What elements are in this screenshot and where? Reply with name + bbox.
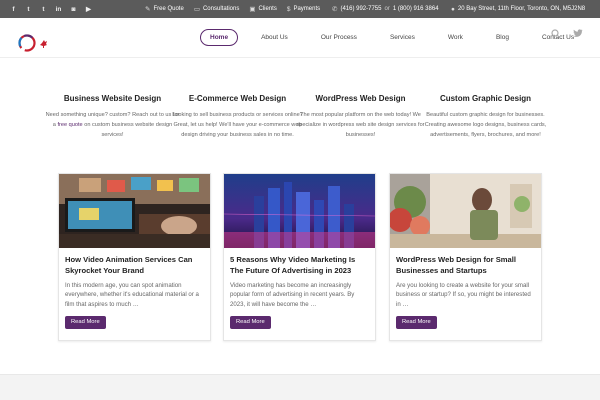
free-quote-inline-link[interactable]: free quote [57, 122, 82, 128]
post-excerpt: Video marketing has become an increasing… [230, 282, 355, 308]
blog-card[interactable]: WordPress Web Design for Small Businesse… [389, 173, 542, 341]
service-ecommerce: E-Commerce Web Design Looking to sell bu… [170, 94, 305, 140]
footer-strip [0, 374, 600, 400]
twitter-icon[interactable]: t [25, 6, 32, 13]
instagram-icon[interactable]: ◙ [70, 6, 77, 13]
consultations-link[interactable]: ▭ Consultations [194, 5, 240, 13]
service-text: Beautiful custom graphic design for busi… [424, 112, 547, 138]
phone-icon: ✆ [332, 6, 338, 13]
post-title[interactable]: WordPress Web Design for Small Businesse… [396, 254, 535, 276]
payments-link[interactable]: $ Payments [287, 6, 320, 13]
read-more-button[interactable]: Read More [396, 316, 437, 329]
service-text-post: on custom business website design servic… [82, 122, 173, 138]
service-text: Looking to sell business products or ser… [172, 112, 303, 138]
address-info: ● 20 Bay Street, 11th Floor, Toronto, ON… [451, 0, 585, 18]
service-graphic-design: Custom Graphic Design Beautiful custom g… [418, 94, 553, 140]
linkedin-icon[interactable]: in [55, 6, 62, 13]
clients-label: Clients [258, 6, 277, 12]
phone-number-2[interactable]: 1 (800) 916 3864 [393, 6, 439, 12]
nav-services[interactable]: Services [380, 29, 425, 46]
blog-card[interactable]: How Video Animation Services Can Skyrock… [58, 173, 211, 341]
service-title: WordPress Web Design [315, 94, 406, 103]
address: 20 Bay Street, 11th Floor, Toronto, ON, … [457, 6, 586, 12]
free-quote-link[interactable]: ✎ Free Quote [145, 5, 184, 13]
nav-our-process[interactable]: Our Process [311, 29, 367, 46]
dollar-icon: $ [286, 5, 291, 13]
nav-home[interactable]: Home [200, 28, 239, 46]
chat-icon: ▭ [193, 6, 200, 13]
service-business-website: Business Website Design Need something u… [45, 94, 180, 140]
service-title: Business Website Design [63, 94, 162, 103]
free-quote-label: Free Quote [153, 6, 184, 12]
consultations-label: Consultations [202, 6, 240, 12]
social-links: f t t in ◙ ▶ [10, 0, 92, 18]
nav-about-us[interactable]: About Us [251, 29, 298, 46]
phone-info: ✆ (416) 992-7755 or 1 (800) 916 3864 [332, 0, 439, 18]
header-icons [551, 29, 583, 41]
youtube-icon[interactable]: ▶ [85, 6, 92, 13]
phone-or: or [384, 6, 390, 12]
tumblr-icon[interactable]: t [40, 6, 47, 13]
service-wordpress: WordPress Web Design The most popular pl… [293, 94, 428, 140]
phone-number[interactable]: (416) 992-7755 [340, 6, 381, 12]
clients-link[interactable]: ▣ Clients [249, 5, 277, 13]
service-title: E-Commerce Web Design [188, 94, 287, 103]
post-excerpt: Are you looking to create a website for … [396, 282, 531, 308]
nav-work[interactable]: Work [438, 29, 473, 46]
lock-icon: ▣ [249, 6, 256, 13]
post-image[interactable] [224, 174, 375, 248]
top-bar: f t t in ◙ ▶ ✎ Free Quote ▭ Consultation… [0, 0, 600, 18]
main-nav: Home About Us Our Process Services Work … [200, 28, 597, 46]
post-image[interactable] [390, 174, 541, 248]
service-text: Need something unique? custom? Reach out… [45, 110, 180, 140]
facebook-icon[interactable]: f [10, 6, 17, 13]
payments-label: Payments [293, 6, 321, 12]
nav-blog[interactable]: Blog [486, 29, 519, 46]
services-section: Business Website Design Need something u… [0, 94, 600, 156]
top-links: ✎ Free Quote ▭ Consultations ▣ Clients $… [145, 0, 320, 18]
blog-card[interactable]: 5 Reasons Why Video Marketing Is The Fut… [223, 173, 376, 341]
service-text: The most popular platform on the web tod… [296, 112, 425, 138]
logo[interactable] [18, 33, 50, 53]
search-icon[interactable] [551, 29, 561, 41]
twitter-icon[interactable] [573, 29, 583, 41]
post-title[interactable]: 5 Reasons Why Video Marketing Is The Fut… [230, 254, 369, 276]
edit-icon: ✎ [145, 6, 151, 13]
service-title: Custom Graphic Design [439, 94, 532, 103]
map-pin-icon: ● [451, 5, 455, 13]
post-image[interactable] [59, 174, 210, 248]
post-title[interactable]: How Video Animation Services Can Skyrock… [65, 254, 204, 276]
post-excerpt: In this modern age, you can spot animati… [65, 282, 199, 308]
read-more-button[interactable]: Read More [65, 316, 106, 329]
read-more-button[interactable]: Read More [230, 316, 271, 329]
